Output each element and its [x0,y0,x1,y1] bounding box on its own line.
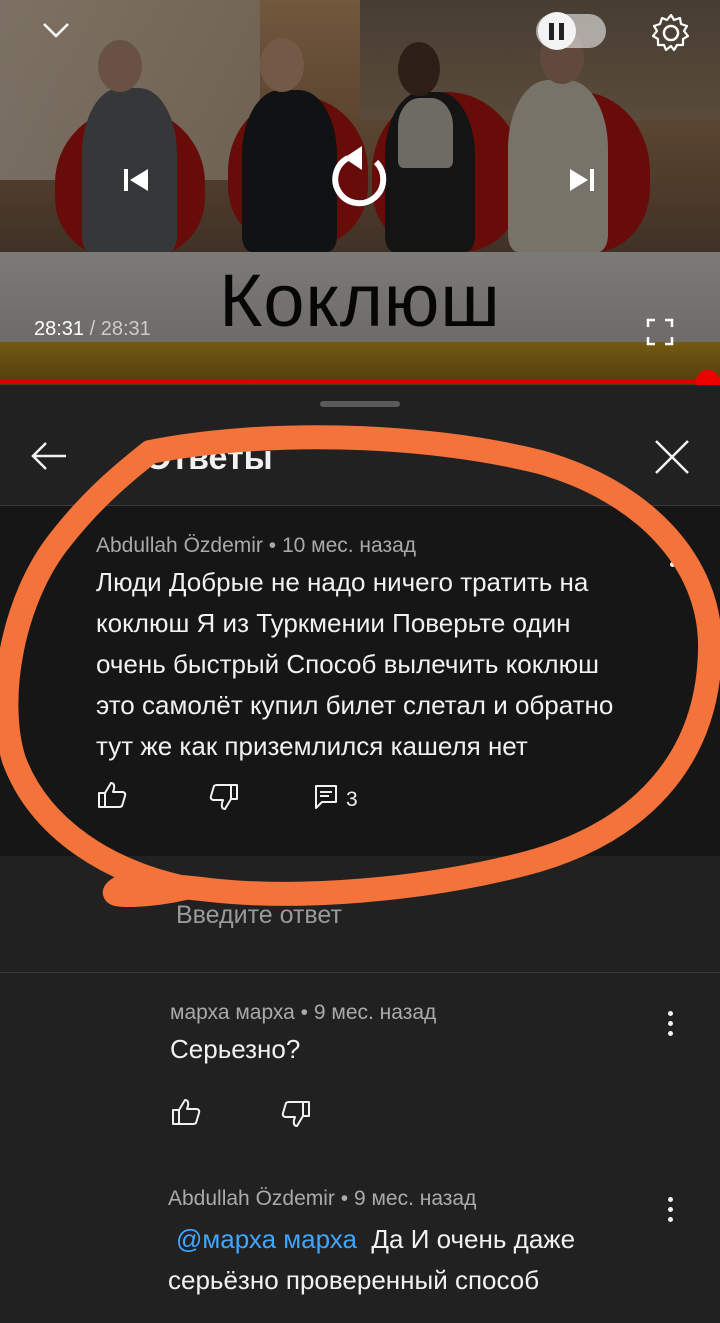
mention-link[interactable]: @марха марха [176,1224,357,1254]
drag-handle[interactable] [320,401,400,407]
previous-icon[interactable] [120,166,152,199]
panel-title: Ответы [145,439,273,477]
reply-time: 9 мес. назад [313,1001,437,1024]
comment-meta: Abdullah Özdemir • 10 мес. назад [96,534,417,557]
reply-item: Abdullah Özdemir • 9 мес. назад @марха м… [0,1163,720,1323]
time-current: 28:31 [34,318,85,340]
reply-text-line: серьёзно проверенный способ [168,1265,540,1295]
more-options-icon[interactable] [668,1011,674,1041]
main-comment: Abdullah Özdemir • 10 мес. назад Люди До… [0,506,720,856]
comment-line: коклюш Я из Туркмении Поверьте один [96,608,571,638]
reply-body: @марха марха Да И очень даже серьёзно пр… [168,1219,575,1301]
replay-icon[interactable] [328,142,394,219]
arrow-left-icon[interactable] [30,439,68,478]
next-icon[interactable] [566,166,598,199]
comment-body: Люди Добрые не надо ничего тратить на ко… [96,562,613,767]
time-total: 28:31 [100,318,151,340]
dislike-icon[interactable] [280,1099,312,1134]
comment-line: это самолёт купил билет слетал и обратно [96,690,614,720]
like-icon[interactable] [96,780,128,815]
reply-author[interactable]: Abdullah Özdemir [168,1187,335,1210]
close-icon[interactable] [652,437,692,482]
reply-author[interactable]: марха марха [170,1001,295,1024]
more-options-icon[interactable] [668,1197,674,1227]
comment-line: тут же как приземлился кашеля нет [96,731,528,761]
dislike-icon[interactable] [208,782,240,817]
progress-bar[interactable] [0,380,720,384]
time-separator: / [89,318,96,340]
comment-line: очень быстрый Способ вылечить коклюш [96,649,599,679]
like-icon[interactable] [170,1097,202,1132]
reply-count: 3 [346,788,358,811]
reply-item: марха марха • 9 мес. назад Серьезно? [0,975,720,1145]
comment-time: 10 мес. назад [281,534,417,557]
comment-line: Люди Добрые не надо ничего тратить на [96,567,589,597]
replies-panel: Ответы Abdullah Özdemir • 10 мес. назад … [0,385,720,1323]
reply-text-line: Да И очень даже [371,1224,576,1254]
chevron-down-icon[interactable] [40,18,72,47]
reply-meta: марха марха • 9 мес. назад [170,1001,437,1024]
reply-time: 9 мес. назад [353,1187,477,1210]
more-options-icon[interactable] [670,542,676,572]
fullscreen-icon[interactable] [646,318,674,351]
pause-icon [538,12,576,50]
panel-header: Ответы [0,415,720,506]
reply-body: Серьезно? [170,1034,301,1064]
reply-meta: Abdullah Özdemir • 9 мес. назад [168,1187,477,1210]
reply-comment-icon[interactable] [314,784,338,815]
comment-author[interactable]: Abdullah Özdemir [96,534,263,557]
reply-input-row: Введите ответ [0,857,720,973]
settings-gear-icon[interactable] [650,12,692,59]
video-player[interactable]: Коклюш 28:31 / 28:31 [0,0,720,385]
timecode: 28:31 / 28:31 [34,318,151,341]
reply-input[interactable]: Введите ответ [176,901,342,930]
